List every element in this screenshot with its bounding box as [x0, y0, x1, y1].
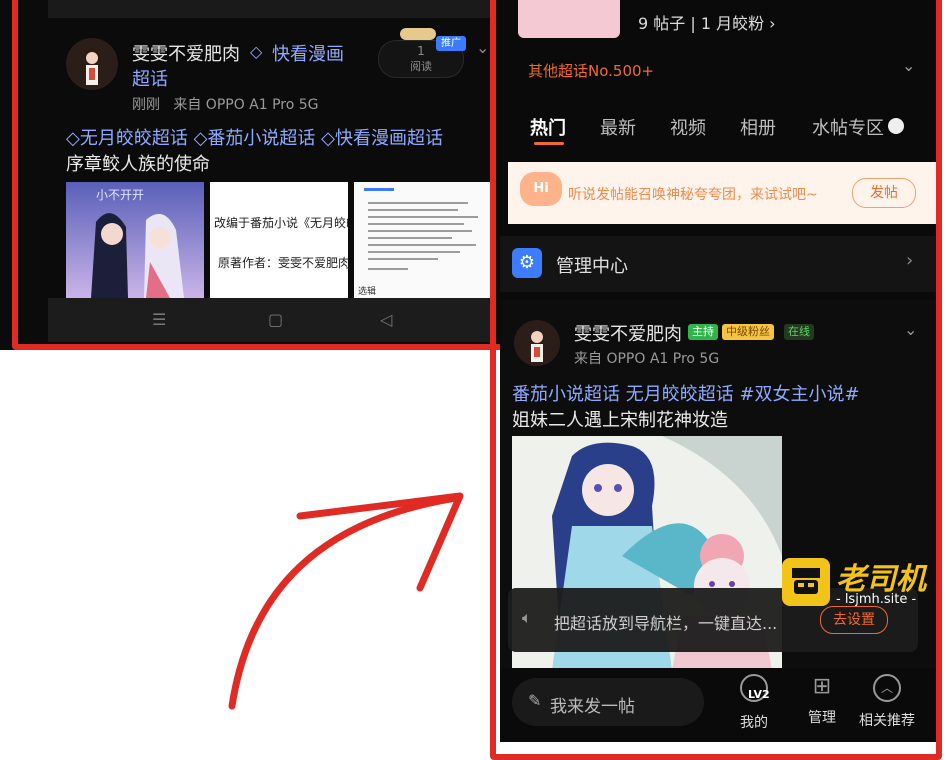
- watermark-logo: [782, 558, 830, 606]
- highlight-box-right: [490, 0, 942, 760]
- watermark-url: - lsjmh.site -: [836, 592, 917, 607]
- arrow-annotation: [228, 492, 464, 710]
- highlight-box-left: [12, 0, 506, 350]
